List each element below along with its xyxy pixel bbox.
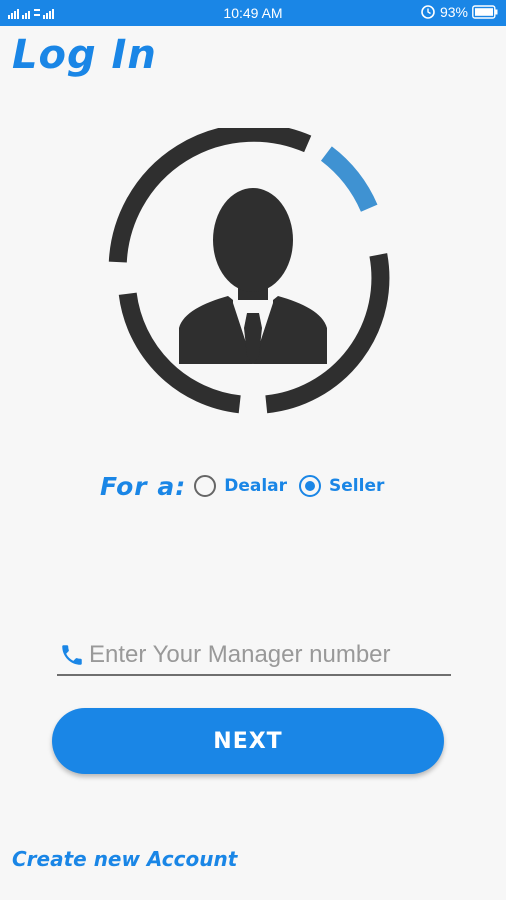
radio-dealar[interactable]: Dealar (194, 475, 287, 497)
page-title: Log In (12, 32, 157, 78)
radio-dealar-label[interactable]: Dealar (224, 476, 287, 496)
battery-percent: 93% (439, 4, 468, 20)
radio-seller-label[interactable]: Seller (329, 476, 384, 496)
radio-seller[interactable]: Seller (299, 475, 384, 497)
manager-number-input[interactable] (89, 641, 451, 669)
role-selector: For a: Dealar Seller (100, 466, 396, 506)
alarm-icon (421, 5, 435, 19)
create-account-link[interactable]: Create new Account (12, 847, 237, 871)
battery-icon (472, 5, 498, 19)
radio-seller-circle[interactable] (299, 475, 322, 497)
user-avatar-icon (108, 128, 390, 414)
next-button[interactable]: NEXT (52, 708, 444, 774)
radio-dealar-circle[interactable] (194, 475, 217, 497)
manager-number-field[interactable] (57, 636, 451, 676)
role-label: For a: (100, 471, 187, 501)
status-bar: 10:49 AM 93% (0, 0, 506, 26)
phone-icon (62, 645, 82, 665)
